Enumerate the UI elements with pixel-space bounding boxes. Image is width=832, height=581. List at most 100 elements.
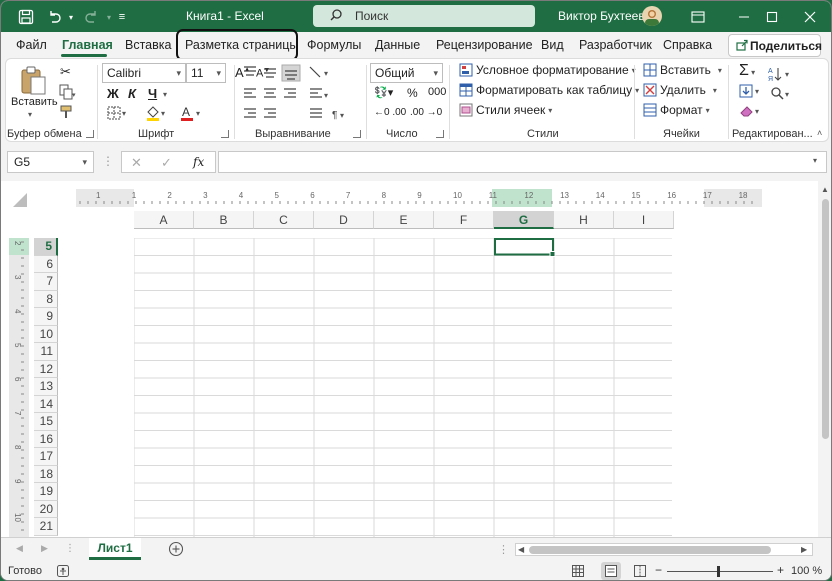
ribbon-display-icon[interactable]	[675, 1, 721, 32]
tab-view[interactable]: Вид	[541, 38, 564, 52]
number-launcher-icon[interactable]	[436, 130, 444, 138]
column-header-f[interactable]: F	[434, 211, 494, 229]
undo-icon[interactable]	[43, 7, 65, 27]
cell-grid[interactable]	[134, 238, 672, 537]
zoom-out-icon[interactable]: −	[655, 563, 662, 577]
normal-view-icon[interactable]	[571, 564, 585, 580]
delete-cells-button[interactable]: Удалить ▾	[643, 83, 717, 97]
scroll-up-icon[interactable]: ▲	[821, 185, 829, 194]
insert-cells-button[interactable]: Вставить ▾	[643, 63, 722, 77]
font-color-icon[interactable]: A ▾	[180, 105, 204, 124]
user-name[interactable]: Виктор Бухтеев	[558, 9, 645, 23]
row-header-5[interactable]: 5	[34, 238, 58, 256]
formula-input[interactable]	[218, 151, 827, 173]
row-header-21[interactable]: 21	[34, 518, 58, 536]
undo-dropdown-icon[interactable]: ▾	[65, 7, 77, 27]
row-header-14[interactable]: 14	[34, 395, 58, 413]
tab-developer[interactable]: Разработчик	[579, 38, 652, 52]
format-painter-icon[interactable]	[60, 105, 76, 122]
formula-bar-grip-icon[interactable]: ⋮	[102, 154, 114, 168]
decrease-decimal-icon[interactable]: .00 →0	[410, 107, 442, 118]
select-all-icon[interactable]	[9, 189, 29, 209]
conditional-formatting-button[interactable]: Условное форматирование▾	[459, 63, 636, 77]
row-header-7[interactable]: 7	[34, 273, 58, 291]
autosum-icon[interactable]: Σ ▾	[739, 62, 755, 80]
font-launcher-icon[interactable]	[221, 130, 229, 138]
row-header-17[interactable]: 17	[34, 448, 58, 466]
selected-cell[interactable]	[494, 238, 554, 256]
column-header-d[interactable]: D	[314, 211, 374, 229]
search-input[interactable]: Поиск	[313, 5, 535, 27]
underline-button[interactable]: Ч	[148, 86, 157, 101]
row-header-15[interactable]: 15	[34, 413, 58, 431]
row-header-19[interactable]: 19	[34, 483, 58, 501]
borders-icon[interactable]: ▾	[107, 106, 129, 123]
italic-button[interactable]: К	[128, 86, 136, 101]
horizontal-scroll-thumb[interactable]	[529, 546, 771, 554]
tab-data[interactable]: Данные	[375, 38, 420, 52]
format-cells-button[interactable]: Формат ▾	[643, 103, 710, 117]
tab-splitter-icon[interactable]: ⋮	[498, 543, 509, 556]
percent-icon[interactable]: %	[407, 86, 418, 100]
more-sheets-icon[interactable]: ⋮	[65, 543, 75, 554]
prev-sheet-icon[interactable]: ◀	[16, 543, 23, 554]
alignment-buttons[interactable]: ▾ ▾ ¶ ▾	[242, 63, 354, 125]
page-layout-view-icon[interactable]	[601, 562, 621, 580]
tab-file[interactable]: Файл	[16, 38, 47, 52]
row-header-12[interactable]: 12	[34, 360, 58, 378]
tab-insert[interactable]: Вставка	[125, 38, 171, 52]
find-select-icon[interactable]: ▾	[770, 86, 794, 105]
scroll-left-icon[interactable]: ◀	[518, 545, 524, 554]
font-name-select[interactable]: Calibri ▾	[102, 63, 186, 83]
row-header-8[interactable]: 8	[34, 290, 58, 308]
column-header-c[interactable]: C	[254, 211, 314, 229]
increase-decimal-icon[interactable]: ←0 .00	[374, 107, 406, 118]
zoom-in-icon[interactable]: +	[777, 563, 784, 577]
horizontal-scrollbar[interactable]: ◀ ▶	[515, 543, 813, 556]
row-header-20[interactable]: 20	[34, 500, 58, 518]
alignment-launcher-icon[interactable]	[353, 130, 361, 138]
clipboard-launcher-icon[interactable]	[86, 130, 94, 138]
format-as-table-button[interactable]: Форматировать как таблицу ▾	[459, 83, 639, 97]
fill-handle[interactable]	[549, 251, 556, 257]
row-header-10[interactable]: 10	[34, 325, 58, 343]
cell-styles-button[interactable]: Стили ячеек ▾	[459, 103, 552, 117]
column-header-h[interactable]: H	[554, 211, 614, 229]
number-format-select[interactable]: Общий ▾	[370, 63, 443, 83]
name-box[interactable]: G5 ▾	[7, 151, 94, 173]
row-header-18[interactable]: 18	[34, 465, 58, 483]
tab-home[interactable]: Главная	[62, 38, 113, 52]
next-sheet-icon[interactable]: ▶	[41, 543, 48, 554]
avatar[interactable]	[642, 6, 662, 26]
save-icon[interactable]	[15, 7, 37, 27]
vertical-scrollbar[interactable]: ▲	[818, 181, 831, 537]
paste-button[interactable]: Вставить ▾	[11, 63, 58, 119]
column-header-i[interactable]: I	[614, 211, 674, 229]
row-header-9[interactable]: 9	[34, 308, 58, 326]
row-header-16[interactable]: 16	[34, 430, 58, 448]
cancel-entry-icon[interactable]: ✕	[131, 155, 142, 171]
clear-icon[interactable]: ▾	[739, 104, 765, 121]
font-size-select[interactable]: 11 ▾	[186, 63, 226, 83]
underline-dropdown-icon[interactable]: ▾	[163, 90, 167, 99]
expand-formula-bar-icon[interactable]: ▾	[813, 156, 817, 165]
sheet-tab-list1[interactable]: Лист1	[89, 538, 141, 560]
cut-icon[interactable]: ✂	[60, 64, 71, 80]
page-break-view-icon[interactable]	[633, 564, 647, 580]
row-header-11[interactable]: 11	[34, 343, 58, 361]
currency-icon[interactable]: 💱▾	[374, 86, 393, 99]
customize-toolbar-icon[interactable]: ≡	[115, 7, 129, 27]
column-header-g[interactable]: G	[494, 211, 554, 229]
copy-icon[interactable]: ▾	[58, 84, 76, 103]
fill-color-icon[interactable]: ▾	[145, 105, 169, 124]
close-button[interactable]	[787, 1, 831, 32]
row-header-13[interactable]: 13	[34, 378, 58, 396]
zoom-slider[interactable]	[667, 571, 773, 572]
zoom-level[interactable]: 100 %	[791, 565, 822, 577]
accessibility-icon[interactable]	[56, 564, 70, 580]
row-header-6[interactable]: 6	[34, 255, 58, 273]
tab-help[interactable]: Справка	[663, 38, 712, 52]
sort-filter-icon[interactable]: A Я ▾	[768, 66, 794, 85]
add-sheet-icon[interactable]	[168, 541, 184, 560]
share-button[interactable]: Поделиться	[728, 34, 822, 57]
